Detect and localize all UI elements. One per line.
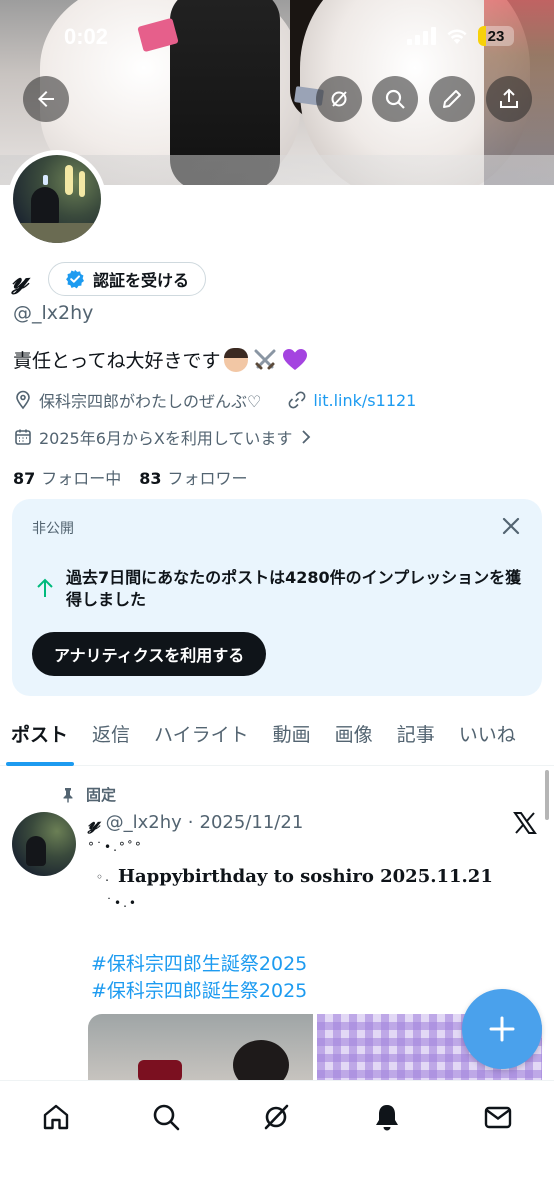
grok-button[interactable] — [316, 76, 362, 122]
avatar-image — [13, 155, 101, 243]
share-icon — [500, 88, 518, 108]
tab-replies[interactable]: 返信 — [80, 712, 142, 766]
pinned-indicator: 固定 — [60, 784, 116, 805]
profile-meta-row: 保科宗四郎がわたしのぜんぶ♡ lit.link/s1121 — [13, 388, 416, 412]
back-arrow-icon — [38, 91, 54, 107]
hashtag-link-2[interactable]: #保科宗四郎誕生祭2025 — [91, 976, 307, 1003]
edit-profile-button[interactable] — [429, 76, 475, 122]
decorative-dots-bottom: ˙•.• — [106, 896, 138, 910]
notifications-bell-icon — [376, 1105, 398, 1131]
nav-search[interactable] — [148, 1099, 184, 1135]
followers-link[interactable]: 83 フォロワー — [139, 465, 247, 489]
use-analytics-button[interactable]: アナリティクスを利用する — [32, 632, 267, 676]
pin-icon — [63, 787, 73, 802]
wifi-icon — [447, 29, 467, 44]
battery-fill — [478, 26, 487, 46]
bottom-navigation — [0, 1080, 554, 1199]
scrollbar[interactable] — [545, 770, 549, 820]
nav-grok[interactable] — [258, 1099, 294, 1135]
grok-icon — [331, 91, 347, 107]
profile-joined-row[interactable]: 2025年6月からXを利用しています — [13, 425, 314, 449]
profile-website-link[interactable]: lit.link/s1121 — [313, 391, 416, 410]
search-icon — [153, 1104, 180, 1131]
tab-posts[interactable]: ポスト — [0, 712, 80, 766]
compose-post-button[interactable] — [462, 989, 542, 1069]
follow-stats: 87 フォロー中 83 フォロワー — [13, 465, 248, 489]
bio-text: 責任とってね大好きです — [13, 350, 221, 372]
post-photo-1[interactable] — [88, 1014, 313, 1084]
followers-label: フォロワー — [167, 469, 248, 488]
profile-avatar[interactable] — [8, 150, 106, 248]
tab-photos[interactable]: 画像 — [323, 712, 385, 766]
link-icon — [288, 391, 306, 409]
nav-notifications[interactable] — [369, 1099, 405, 1135]
post-author-avatar[interactable] — [12, 812, 76, 876]
nav-home[interactable] — [38, 1099, 74, 1135]
crossed-swords-emoji-icon — [254, 349, 276, 369]
tab-articles[interactable]: 記事 — [385, 712, 447, 766]
tab-highlights[interactable]: ハイライト — [142, 712, 261, 766]
nav-messages[interactable] — [480, 1099, 516, 1135]
pinned-label: 固定 — [86, 786, 117, 804]
location-pin-icon — [16, 390, 30, 410]
following-label: フォロー中 — [41, 469, 122, 488]
verified-badge-icon — [66, 269, 84, 289]
profile-tabs: ポスト 返信 ハイライト 動画 画像 記事 いいね — [0, 712, 554, 766]
profile-handle: @_lx2hy — [13, 302, 94, 324]
tab-likes[interactable]: いいね — [447, 712, 528, 766]
battery-percent: 23 — [487, 27, 505, 45]
messages-envelope-icon — [484, 1106, 512, 1129]
post-separator: · — [187, 811, 194, 833]
tab-videos[interactable]: 動画 — [261, 712, 323, 766]
back-button[interactable] — [23, 76, 69, 122]
close-icon[interactable] — [500, 515, 522, 537]
profile-bio: 責任とってね大好きです — [13, 346, 308, 373]
status-time: 0:02 — [64, 24, 109, 49]
decorative-dots-top: °˙•.°˚° — [88, 840, 143, 854]
get-verified-label: 認証を受ける — [93, 271, 190, 290]
home-icon — [43, 1104, 69, 1130]
grok-icon — [264, 1104, 289, 1130]
name-row: 𝓎 認証を受ける — [12, 262, 207, 296]
battery-icon: 23 — [478, 26, 514, 46]
calendar-icon — [15, 429, 31, 445]
edit-pencil-icon — [443, 90, 461, 108]
status-icons: 23 — [407, 26, 514, 46]
boy-emoji-icon — [224, 347, 249, 372]
post-author-handle: @_lx2hy — [105, 811, 182, 833]
chevron-right-icon — [302, 430, 311, 444]
plus-icon — [489, 1016, 515, 1042]
search-button[interactable] — [372, 76, 418, 122]
decorative-dots-left: ◦. — [96, 870, 111, 884]
search-icon — [385, 89, 405, 109]
post-header: 𝓎 @_lx2hy · 2025/11/21 — [88, 810, 303, 834]
display-name: 𝓎 — [12, 262, 29, 295]
get-verified-button[interactable]: 認証を受ける — [48, 262, 207, 296]
cellular-signal-icon — [407, 27, 436, 45]
post-date: 2025/11/21 — [199, 811, 304, 833]
profile-location: 保科宗四郎がわたしのぜんぶ♡ — [39, 392, 262, 411]
private-label: 非公開 — [32, 521, 74, 537]
share-button[interactable] — [486, 76, 532, 122]
post-author-name[interactable]: 𝓎 — [88, 810, 100, 834]
profile-joined-date: 2025年6月からXを利用しています — [39, 429, 293, 448]
hashtag-link[interactable]: #保科宗四郎生誕祭2025 — [91, 949, 307, 976]
post-title-text: Happybirthday to soshiro 2025.11.21 — [118, 866, 493, 887]
following-count: 87 — [13, 469, 36, 488]
purple-heart-emoji-icon — [283, 348, 308, 370]
impressions-message: 過去7日間にあなたのポストは4280件のインプレッションを獲得しました — [66, 568, 522, 609]
analytics-private-card: 非公開 過去7日間にあなたのポストは4280件のインプレッションを獲得しました … — [12, 499, 542, 696]
arrow-up-icon — [37, 578, 53, 597]
x-logo-icon[interactable] — [512, 810, 538, 836]
followers-count: 83 — [139, 469, 162, 488]
following-link[interactable]: 87 フォロー中 — [13, 465, 121, 489]
